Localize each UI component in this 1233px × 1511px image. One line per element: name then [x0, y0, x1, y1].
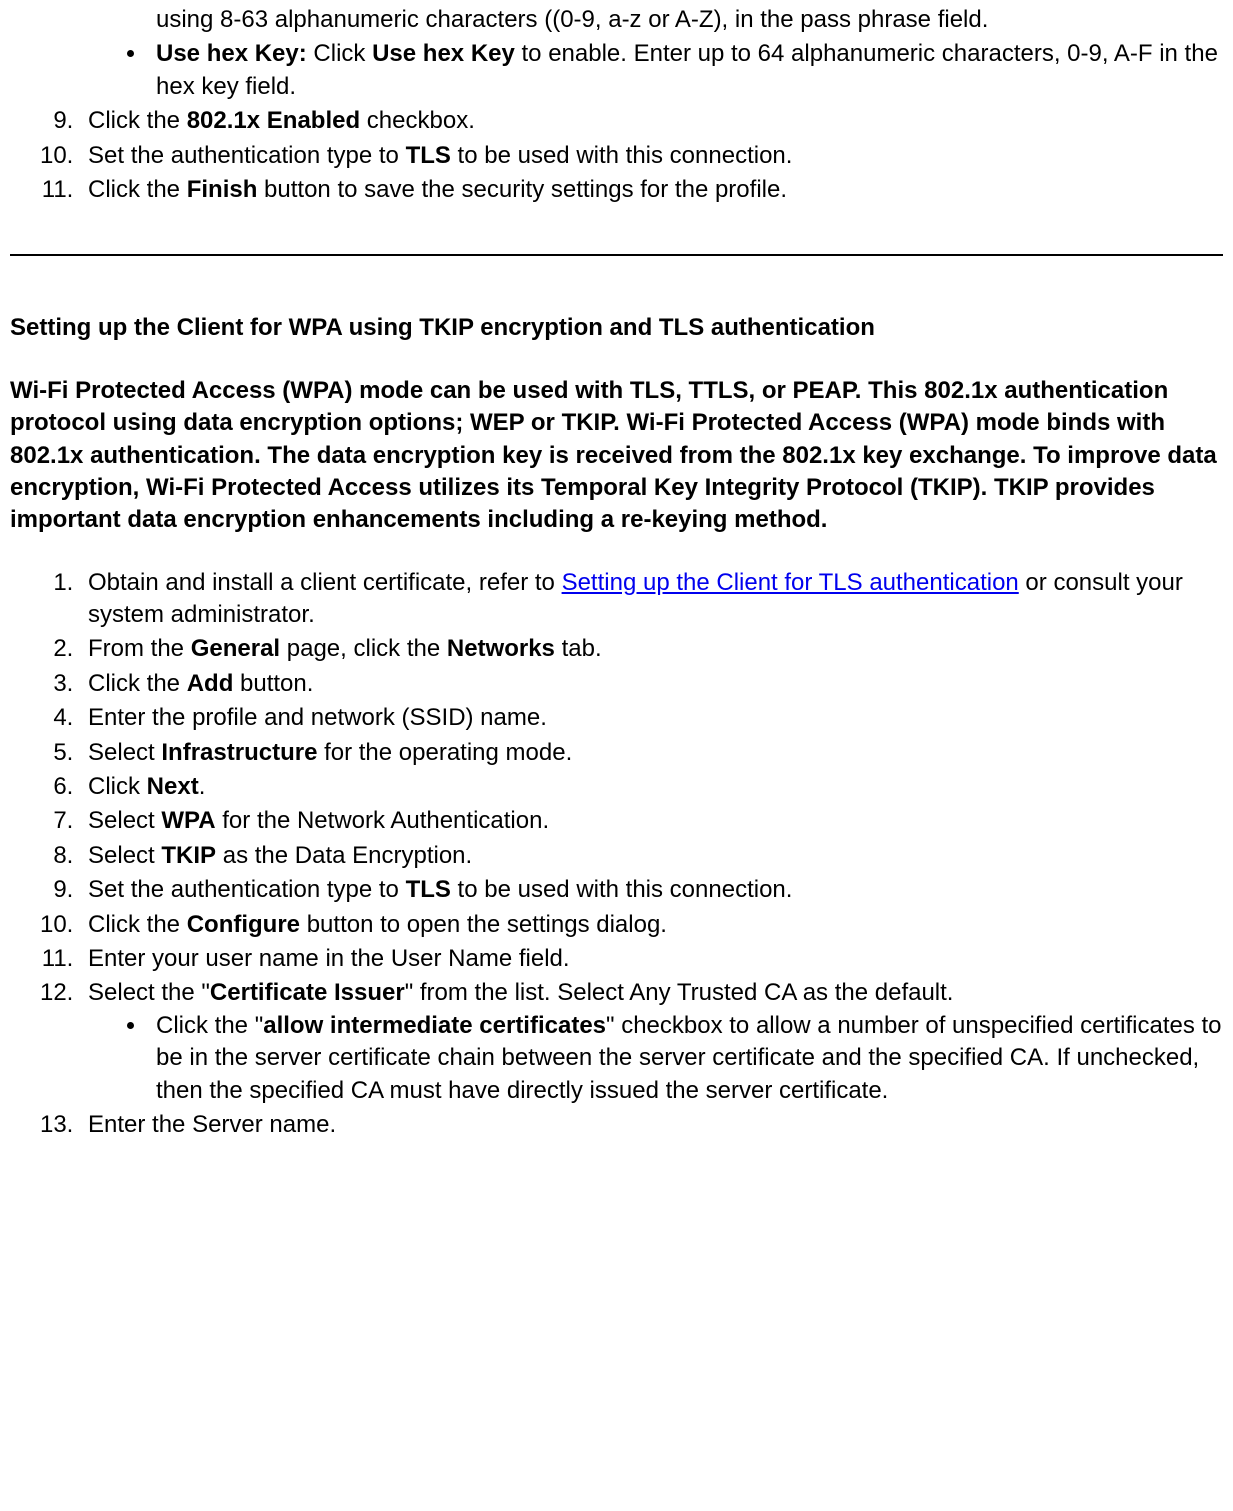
- label: Configure: [187, 911, 300, 938]
- text: for the Network Authentication.: [216, 807, 550, 834]
- text: Click: [307, 40, 372, 67]
- step-4: Enter the profile and network (SSID) nam…: [80, 702, 1223, 734]
- text: Click the: [88, 176, 187, 203]
- step-7: Select WPA for the Network Authenticatio…: [80, 805, 1223, 837]
- text: tab.: [555, 635, 602, 662]
- text: as the Data Encryption.: [216, 842, 472, 869]
- step-10: Click the Configure button to open the s…: [80, 909, 1223, 941]
- label: General: [191, 635, 280, 662]
- label: Infrastructure: [161, 739, 317, 766]
- label: TLS: [406, 142, 451, 169]
- text: page, click the: [280, 635, 447, 662]
- text: Set the authentication type to: [88, 876, 406, 903]
- text: Select the ": [88, 979, 210, 1006]
- text: Select: [88, 807, 161, 834]
- step-6: Click Next.: [80, 771, 1223, 803]
- text: Click the: [88, 670, 187, 697]
- text: button.: [233, 670, 313, 697]
- step-12-sublist: Click the "allow intermediate certificat…: [88, 1010, 1223, 1107]
- step-9: Set the authentication type to TLS to be…: [80, 874, 1223, 906]
- text: Click: [88, 773, 147, 800]
- text: checkbox.: [360, 107, 475, 134]
- text: Set the authentication type to: [88, 142, 406, 169]
- text: " from the list. Select Any Trusted CA a…: [405, 979, 954, 1006]
- label: Finish: [187, 176, 258, 203]
- text: button to open the settings dialog.: [300, 911, 667, 938]
- steps-ordered-list: Obtain and install a client certificate,…: [10, 567, 1223, 1142]
- section-heading: Setting up the Client for WPA using TKIP…: [10, 312, 1223, 344]
- text: Enter the Server name.: [88, 1111, 336, 1138]
- label: TKIP: [161, 842, 216, 869]
- step-1: Obtain and install a client certificate,…: [80, 567, 1223, 632]
- text: Select: [88, 739, 161, 766]
- step-8: Select TKIP as the Data Encryption.: [80, 840, 1223, 872]
- label: Networks: [447, 635, 555, 662]
- step-2: From the General page, click the Network…: [80, 633, 1223, 665]
- label: Certificate Issuer: [210, 979, 405, 1006]
- link-tls-auth[interactable]: Setting up the Client for TLS authentica…: [562, 569, 1019, 596]
- step-13: Enter the Server name.: [80, 1109, 1223, 1141]
- section-intro: Wi-Fi Protected Access (WPA) mode can be…: [10, 375, 1223, 537]
- top-ordered-list: using 8-63 alphanumeric characters ((0-9…: [10, 4, 1223, 103]
- label: TLS: [406, 876, 451, 903]
- text: for the operating mode.: [317, 739, 572, 766]
- top-sublist: using 8-63 alphanumeric characters ((0-9…: [88, 4, 1223, 103]
- text: Enter your user name in the User Name fi…: [88, 945, 570, 972]
- label: allow intermediate certificates: [263, 1012, 606, 1039]
- label: Next: [147, 773, 199, 800]
- label: WPA: [161, 807, 215, 834]
- text: to be used with this connection.: [451, 142, 793, 169]
- text: Select: [88, 842, 161, 869]
- top-item-10: Set the authentication type to TLS to be…: [80, 140, 1223, 172]
- text: using 8-63 alphanumeric characters ((0-9…: [156, 6, 988, 33]
- top-item-11: Click the Finish button to save the secu…: [80, 174, 1223, 206]
- text: Click the ": [156, 1012, 263, 1039]
- text: Click the: [88, 911, 187, 938]
- label: 802.1x Enabled: [187, 107, 360, 134]
- text: .: [199, 773, 206, 800]
- text: to be used with this connection.: [451, 876, 793, 903]
- step-12: Select the "Certificate Issuer" from the…: [80, 977, 1223, 1107]
- divider: [10, 254, 1223, 256]
- text: Click the: [88, 107, 187, 134]
- top-ordered-list-cont: Click the 802.1x Enabled checkbox. Set t…: [10, 105, 1223, 206]
- top-item-8-continuation: using 8-63 alphanumeric characters ((0-9…: [80, 4, 1223, 103]
- step-3: Click the Add button.: [80, 668, 1223, 700]
- top-bullet-hexkey: Use hex Key: Click Use hex Key to enable…: [148, 38, 1223, 103]
- text: Enter the profile and network (SSID) nam…: [88, 704, 547, 731]
- label: Add: [187, 670, 234, 697]
- text: button to save the security settings for…: [257, 176, 787, 203]
- top-bullet-passphrase-cont: using 8-63 alphanumeric characters ((0-9…: [148, 4, 1223, 36]
- top-item-9: Click the 802.1x Enabled checkbox.: [80, 105, 1223, 137]
- step-12-sub-1: Click the "allow intermediate certificat…: [148, 1010, 1223, 1107]
- text: From the: [88, 635, 191, 662]
- label: Use hex Key: [372, 40, 515, 67]
- step-5: Select Infrastructure for the operating …: [80, 737, 1223, 769]
- step-11: Enter your user name in the User Name fi…: [80, 943, 1223, 975]
- label: Use hex Key:: [156, 40, 307, 67]
- text: Obtain and install a client certificate,…: [88, 569, 562, 596]
